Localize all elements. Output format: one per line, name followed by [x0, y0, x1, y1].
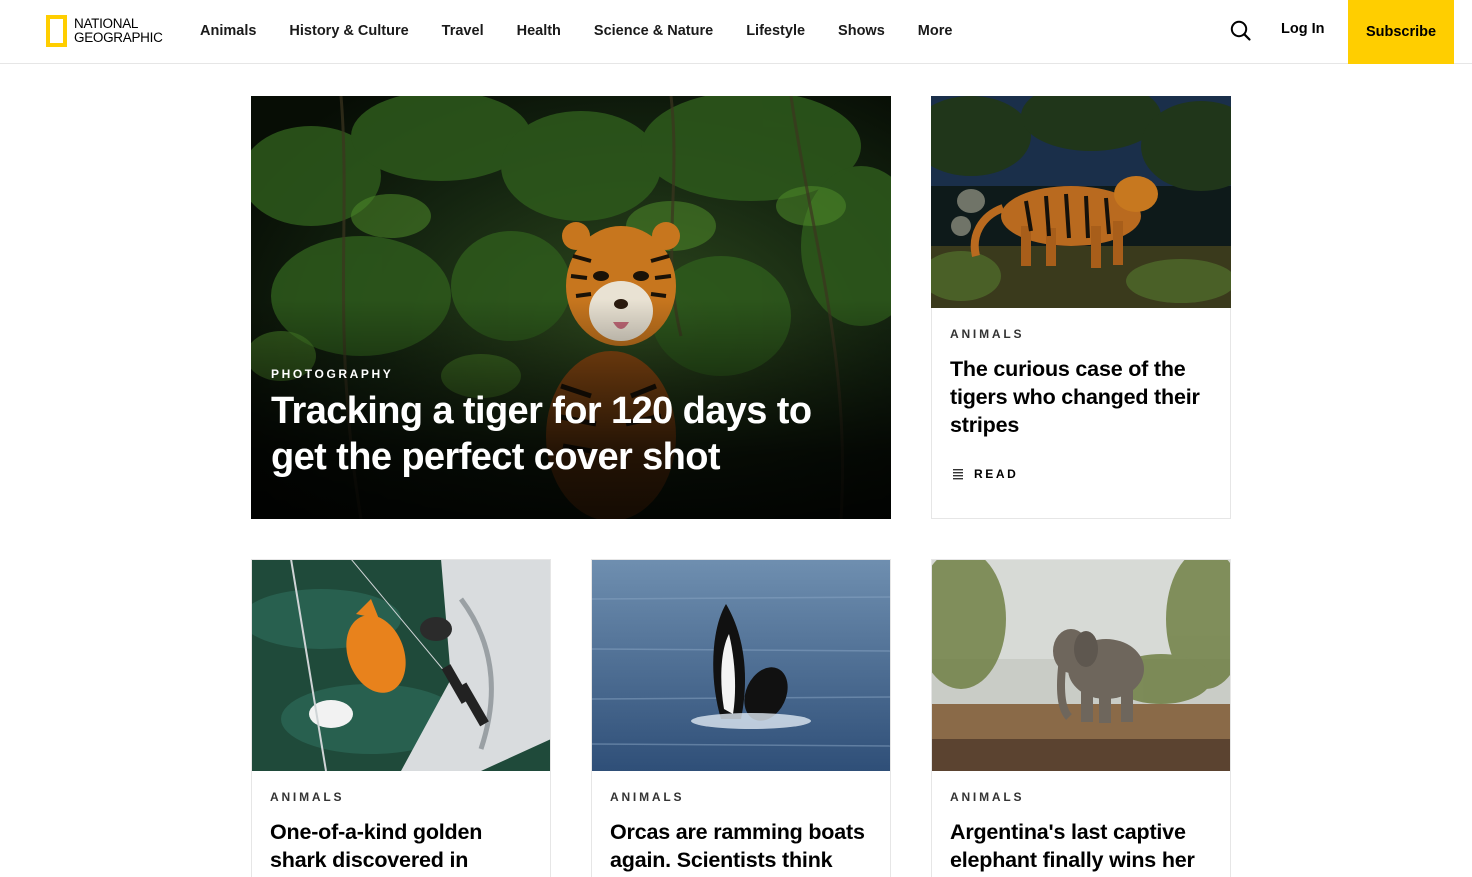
read-link[interactable]: READ [952, 467, 1018, 481]
story-image-golden-shark [252, 560, 550, 771]
story-card-tiger-stripes[interactable]: ANIMALS The curious case of the tigers w… [931, 96, 1231, 519]
card-title[interactable]: One-of-a-kind golden shark discovered in [270, 818, 540, 874]
side-card-kicker[interactable]: ANIMALS [950, 327, 1024, 341]
card-title[interactable]: Argentina's last captive elephant finall… [950, 818, 1220, 874]
read-label: READ [974, 467, 1019, 481]
nav-history-culture[interactable]: History & Culture [289, 23, 408, 39]
search-icon [1230, 20, 1251, 41]
search-button[interactable] [1228, 18, 1254, 44]
card-kicker[interactable]: ANIMALS [610, 790, 684, 804]
hero-story[interactable]: PHOTOGRAPHY Tracking a tiger for 120 day… [251, 96, 891, 519]
story-card-orcas[interactable]: ANIMALS Orcas are ramming boats again. S… [591, 559, 891, 877]
side-card-title[interactable]: The curious case of the tigers who chang… [950, 355, 1212, 439]
site-header: NATIONAL GEOGRAPHIC Animals History & Cu… [0, 0, 1472, 64]
main-nav: Animals History & Culture Travel Health … [200, 0, 985, 62]
text-lines-icon [953, 469, 963, 480]
card-kicker[interactable]: ANIMALS [270, 790, 344, 804]
nav-lifestyle[interactable]: Lifestyle [746, 23, 805, 39]
hero-kicker[interactable]: PHOTOGRAPHY [271, 367, 393, 381]
nav-health[interactable]: Health [517, 23, 561, 39]
natgeo-logo[interactable]: NATIONAL GEOGRAPHIC [46, 14, 163, 47]
login-link[interactable]: Log In [1281, 21, 1325, 37]
nav-shows[interactable]: Shows [838, 23, 885, 39]
yellow-border-icon [46, 14, 67, 47]
card-kicker[interactable]: ANIMALS [950, 790, 1024, 804]
story-image-elephant [932, 560, 1230, 771]
nav-animals[interactable]: Animals [200, 23, 256, 39]
story-image-tiger-night [931, 96, 1231, 308]
nav-more[interactable]: More [918, 23, 953, 39]
card-title[interactable]: Orcas are ramming boats again. Scientist… [610, 818, 880, 874]
story-card-elephant[interactable]: ANIMALS Argentina's last captive elephan… [931, 559, 1231, 877]
hero-title[interactable]: Tracking a tiger for 120 days to get the… [271, 388, 851, 480]
nav-travel[interactable]: Travel [442, 23, 484, 39]
nav-science-nature[interactable]: Science & Nature [594, 23, 713, 39]
story-image-orca [592, 560, 890, 771]
logo-line-2: GEOGRAPHIC [74, 29, 163, 45]
logo-line-1: NATIONAL [74, 15, 139, 31]
subscribe-button[interactable]: Subscribe [1348, 0, 1454, 64]
story-card-golden-shark[interactable]: ANIMALS One-of-a-kind golden shark disco… [251, 559, 551, 877]
